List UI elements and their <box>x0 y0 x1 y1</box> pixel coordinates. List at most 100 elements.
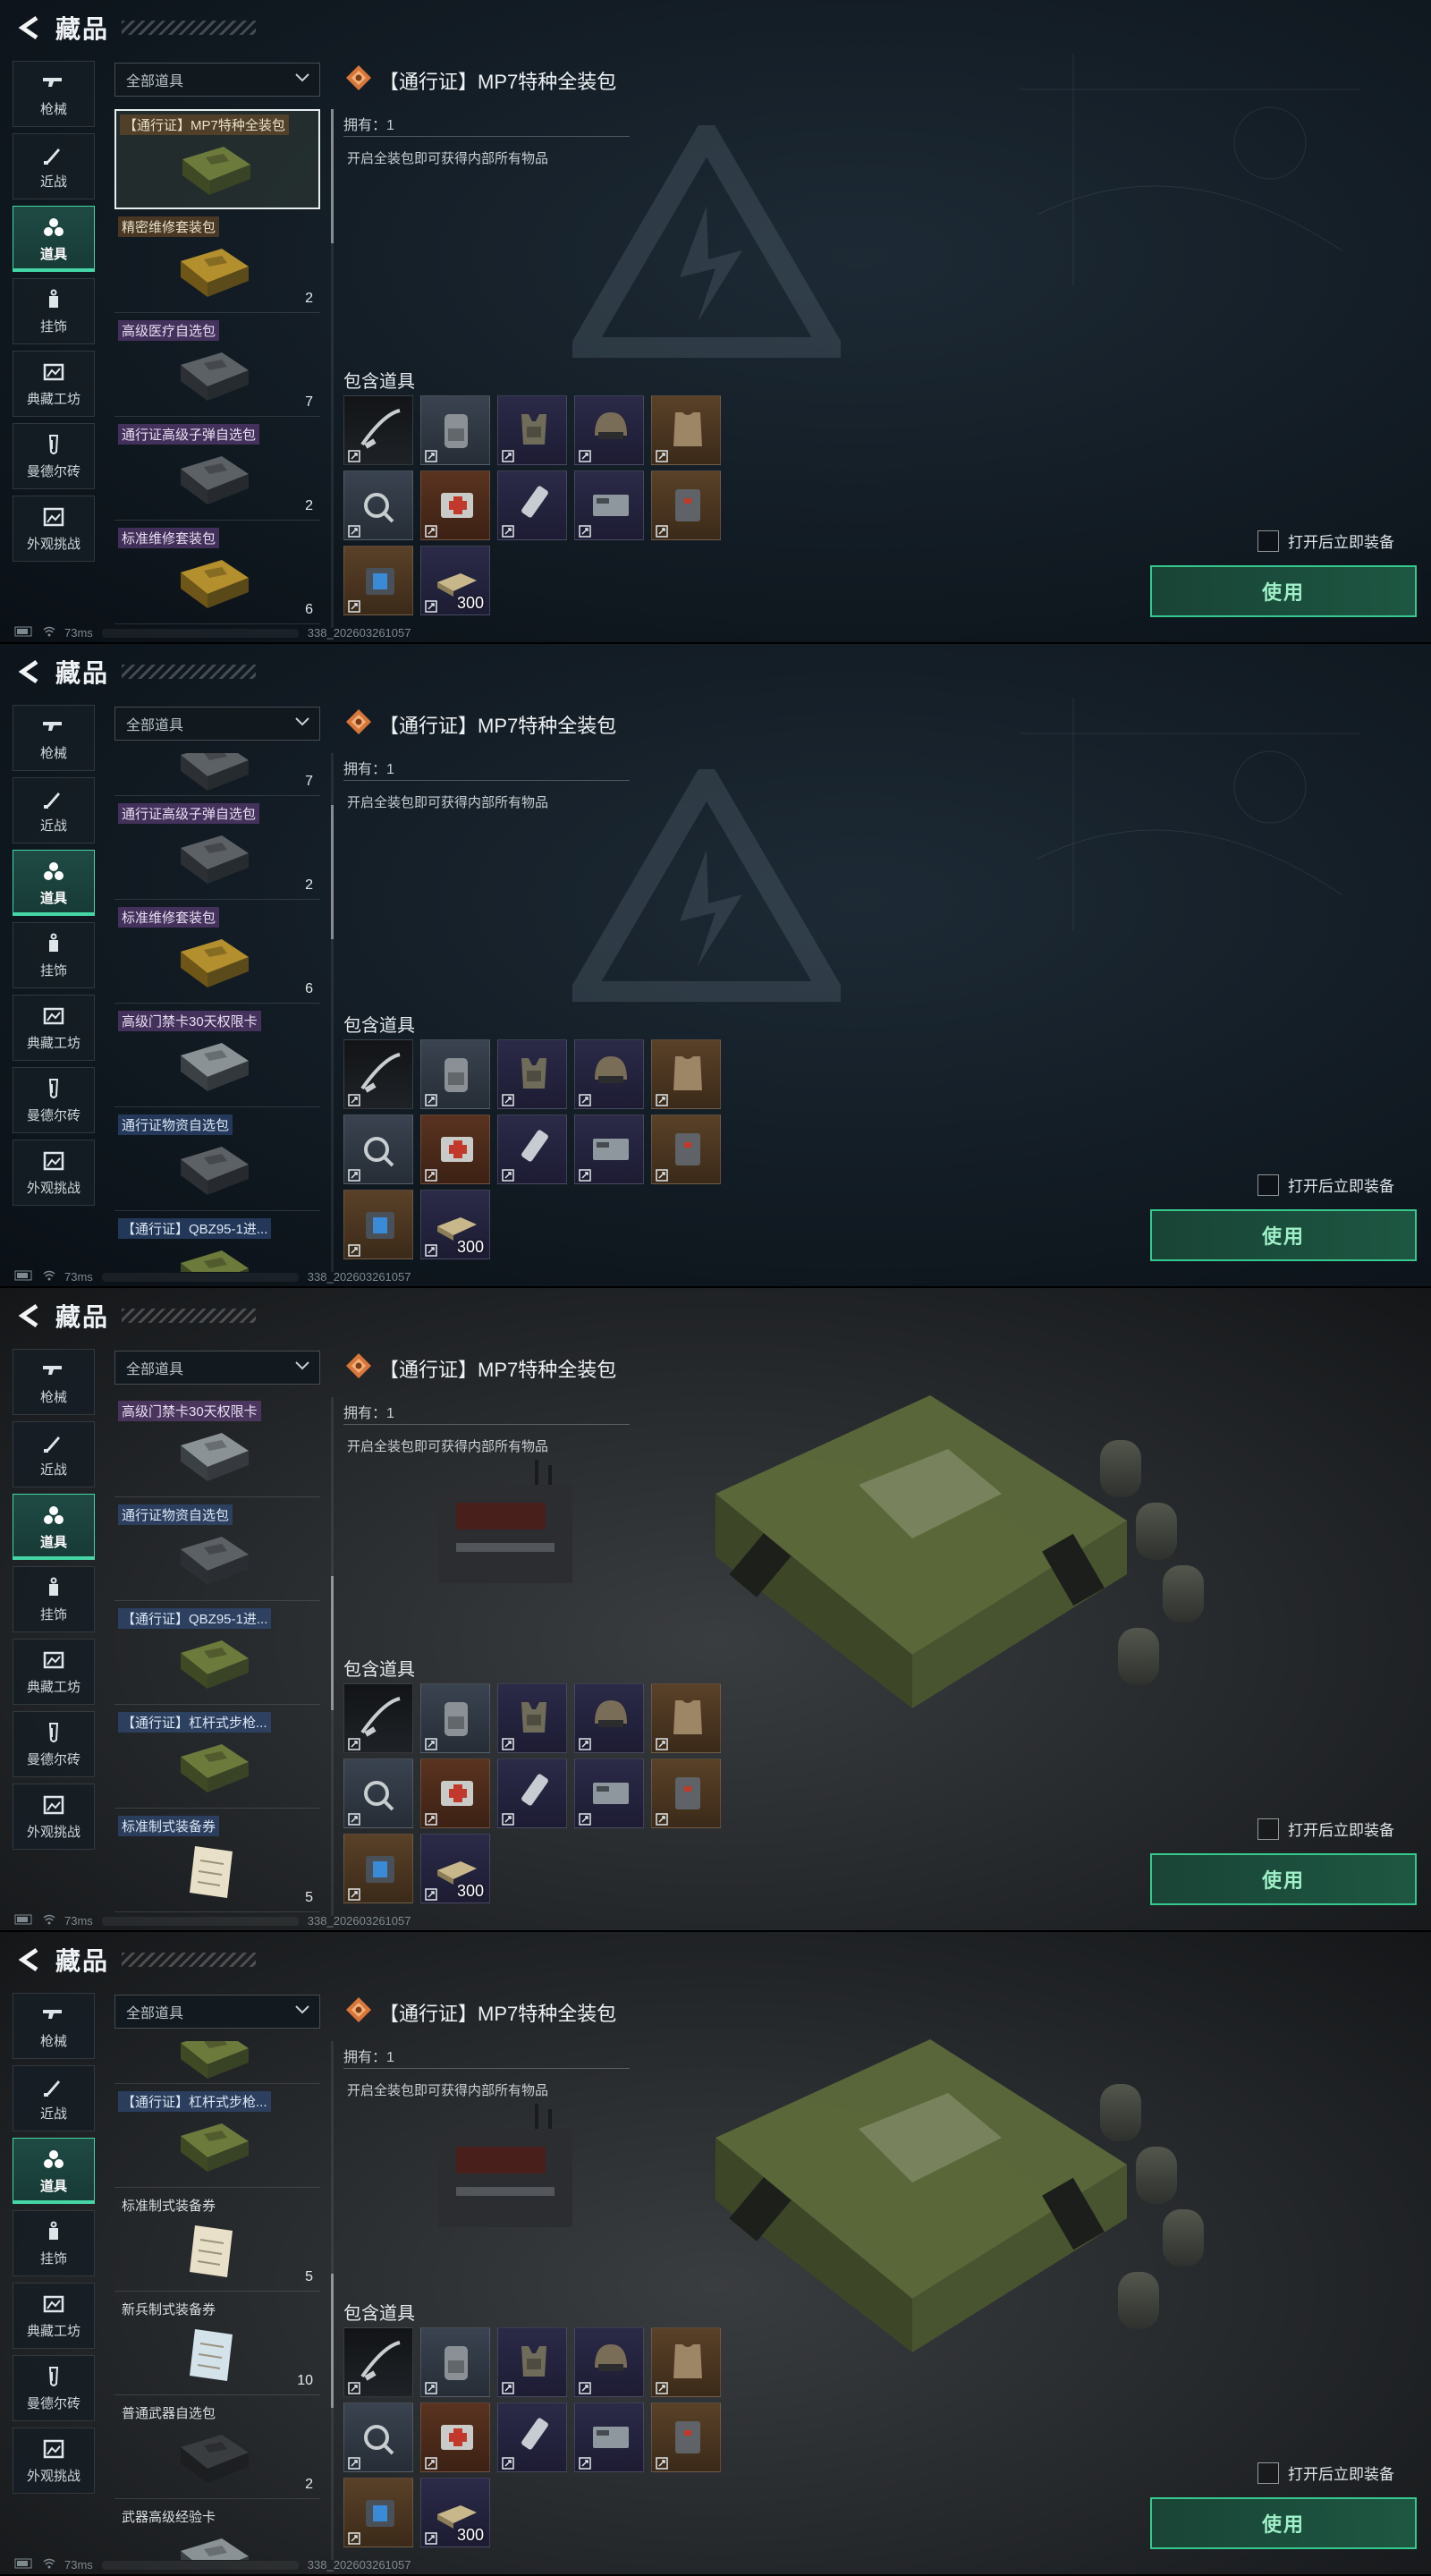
list-item[interactable]: 通行证高级子弹自选包 2 <box>114 800 320 900</box>
list-scrollbar[interactable] <box>331 753 334 1272</box>
sidebar-item-0[interactable]: 枪械 <box>13 61 95 127</box>
auto-equip-checkbox[interactable] <box>1257 530 1279 552</box>
scrollbar-thumb[interactable] <box>331 2274 334 2408</box>
content-item-slot[interactable] <box>497 395 567 465</box>
content-item-slot[interactable] <box>574 1758 644 1828</box>
content-item-slot[interactable] <box>343 2478 413 2547</box>
content-item-slot[interactable] <box>343 395 413 465</box>
content-item-slot[interactable] <box>651 1683 721 1753</box>
sidebar-item-3[interactable]: 挂饰 <box>13 2210 95 2276</box>
sidebar-item-2[interactable]: 道具 <box>13 206 95 272</box>
list-item[interactable]: 武器高级经验卡 <box>114 2503 320 2560</box>
sidebar-item-4[interactable]: 典藏工坊 <box>13 351 95 417</box>
content-item-slot[interactable] <box>343 1039 413 1109</box>
auto-equip-option[interactable]: 打开后立即装备 <box>1257 1174 1394 1196</box>
use-button[interactable]: 使用 <box>1150 1853 1417 1905</box>
content-item-slot[interactable] <box>343 2327 413 2397</box>
scrollbar-thumb[interactable] <box>331 1576 334 1710</box>
item-list[interactable]: 【通行证】MP7特种全装包 精密维修套装包 2 高级医疗自选包 7 通行证高级子弹自选包 2… <box>114 109 322 628</box>
sidebar-item-5[interactable]: 曼德尔砖 <box>13 1067 95 1133</box>
scrollbar-thumb[interactable] <box>331 109 334 243</box>
sidebar-item-2[interactable]: 道具 <box>13 1494 95 1560</box>
content-item-slot[interactable] <box>497 2327 567 2397</box>
use-button[interactable]: 使用 <box>1150 2497 1417 2549</box>
list-item[interactable]: 7 <box>114 753 320 796</box>
content-item-slot[interactable] <box>651 2327 721 2397</box>
content-item-slot[interactable] <box>574 395 644 465</box>
list-item[interactable]: 通行证物资自选包 <box>114 1111 320 1211</box>
sidebar-item-3[interactable]: 挂饰 <box>13 278 95 344</box>
sidebar-item-2[interactable]: 道具 <box>13 2138 95 2204</box>
sidebar-item-4[interactable]: 典藏工坊 <box>13 2283 95 2349</box>
category-filter-dropdown[interactable]: 全部道具 <box>114 707 320 741</box>
list-item[interactable]: 【通行证】QBZ95-1进... <box>114 1215 320 1272</box>
list-item[interactable]: 【通行证】杠杆式步枪... <box>114 2088 320 2188</box>
back-icon[interactable] <box>14 656 47 688</box>
content-item-slot[interactable] <box>497 1758 567 1828</box>
auto-equip-option[interactable]: 打开后立即装备 <box>1257 530 1394 552</box>
auto-equip-checkbox[interactable] <box>1257 2462 1279 2484</box>
content-item-slot[interactable] <box>497 2402 567 2472</box>
content-item-slot[interactable] <box>651 1758 721 1828</box>
list-scrollbar[interactable] <box>331 109 334 628</box>
list-item[interactable]: 新兵制式装备券 10 <box>114 2295 320 2395</box>
scrollbar-thumb[interactable] <box>331 805 334 939</box>
content-item-slot[interactable] <box>343 546 413 615</box>
content-item-slot[interactable] <box>497 1683 567 1753</box>
content-item-slot[interactable]: 300 <box>420 2478 490 2547</box>
content-item-slot[interactable]: 300 <box>420 1834 490 1903</box>
sidebar-item-0[interactable]: 枪械 <box>13 705 95 771</box>
content-item-slot[interactable] <box>574 470 644 540</box>
list-item[interactable]: 【通行证】QBZ95-1进... <box>114 1605 320 1705</box>
content-item-slot[interactable] <box>574 1114 644 1184</box>
sidebar-item-0[interactable]: 枪械 <box>13 1993 95 2059</box>
sidebar-item-2[interactable]: 道具 <box>13 850 95 916</box>
content-item-slot[interactable] <box>420 1039 490 1109</box>
content-item-slot[interactable] <box>651 395 721 465</box>
content-item-slot[interactable] <box>651 1039 721 1109</box>
content-item-slot[interactable] <box>574 1683 644 1753</box>
list-item[interactable]: 普通武器自选包 2 <box>114 2399 320 2499</box>
list-item[interactable] <box>114 2041 320 2084</box>
content-item-slot[interactable] <box>651 2402 721 2472</box>
list-item[interactable]: 【通行证】杠杆式步枪... <box>114 1708 320 1809</box>
content-item-slot[interactable] <box>343 1834 413 1903</box>
content-item-slot[interactable] <box>420 2327 490 2397</box>
sidebar-item-6[interactable]: 外观挑战 <box>13 496 95 562</box>
content-item-slot[interactable] <box>420 1114 490 1184</box>
list-item[interactable]: 标准制式装备券 5 <box>114 2191 320 2292</box>
content-item-slot[interactable] <box>574 2402 644 2472</box>
back-icon[interactable] <box>14 12 47 44</box>
content-item-slot[interactable] <box>343 1683 413 1753</box>
content-item-slot[interactable] <box>497 1039 567 1109</box>
sidebar-item-3[interactable]: 挂饰 <box>13 922 95 988</box>
auto-equip-option[interactable]: 打开后立即装备 <box>1257 1818 1394 1840</box>
list-scrollbar[interactable] <box>331 2041 334 2560</box>
content-item-slot[interactable]: 300 <box>420 546 490 615</box>
sidebar-item-0[interactable]: 枪械 <box>13 1349 95 1415</box>
sidebar-item-4[interactable]: 典藏工坊 <box>13 995 95 1061</box>
content-item-slot[interactable] <box>574 1039 644 1109</box>
category-filter-dropdown[interactable]: 全部道具 <box>114 63 320 97</box>
content-item-slot[interactable] <box>420 1758 490 1828</box>
item-list[interactable]: 【通行证】杠杆式步枪... 标准制式装备券 5 新兵制式装备券 10 普通武器自选包 2 武器… <box>114 2041 322 2560</box>
sidebar-item-1[interactable]: 近战 <box>13 133 95 199</box>
list-item[interactable]: 通行证高级子弹自选包 2 <box>114 420 320 521</box>
content-item-slot[interactable] <box>420 2402 490 2472</box>
content-item-slot[interactable] <box>420 1683 490 1753</box>
back-icon[interactable] <box>14 1300 47 1332</box>
content-item-slot[interactable] <box>651 1114 721 1184</box>
sidebar-item-5[interactable]: 曼德尔砖 <box>13 423 95 489</box>
sidebar-item-6[interactable]: 外观挑战 <box>13 2428 95 2494</box>
category-filter-dropdown[interactable]: 全部道具 <box>114 1995 320 2029</box>
content-item-slot[interactable] <box>497 470 567 540</box>
content-item-slot[interactable] <box>343 1190 413 1259</box>
list-item[interactable]: 高级门禁卡30天权限卡 <box>114 1007 320 1107</box>
list-item[interactable]: 【通行证】MP7特种全装包 <box>114 109 320 209</box>
sidebar-item-1[interactable]: 近战 <box>13 2065 95 2131</box>
back-icon[interactable] <box>14 1944 47 1976</box>
item-list[interactable]: 7 通行证高级子弹自选包 2 标准维修套装包 6 高级门禁卡30天权限卡 通行证物资自选包【… <box>114 753 322 1272</box>
sidebar-item-6[interactable]: 外观挑战 <box>13 1784 95 1850</box>
sidebar-item-6[interactable]: 外观挑战 <box>13 1140 95 1206</box>
auto-equip-checkbox[interactable] <box>1257 1818 1279 1840</box>
